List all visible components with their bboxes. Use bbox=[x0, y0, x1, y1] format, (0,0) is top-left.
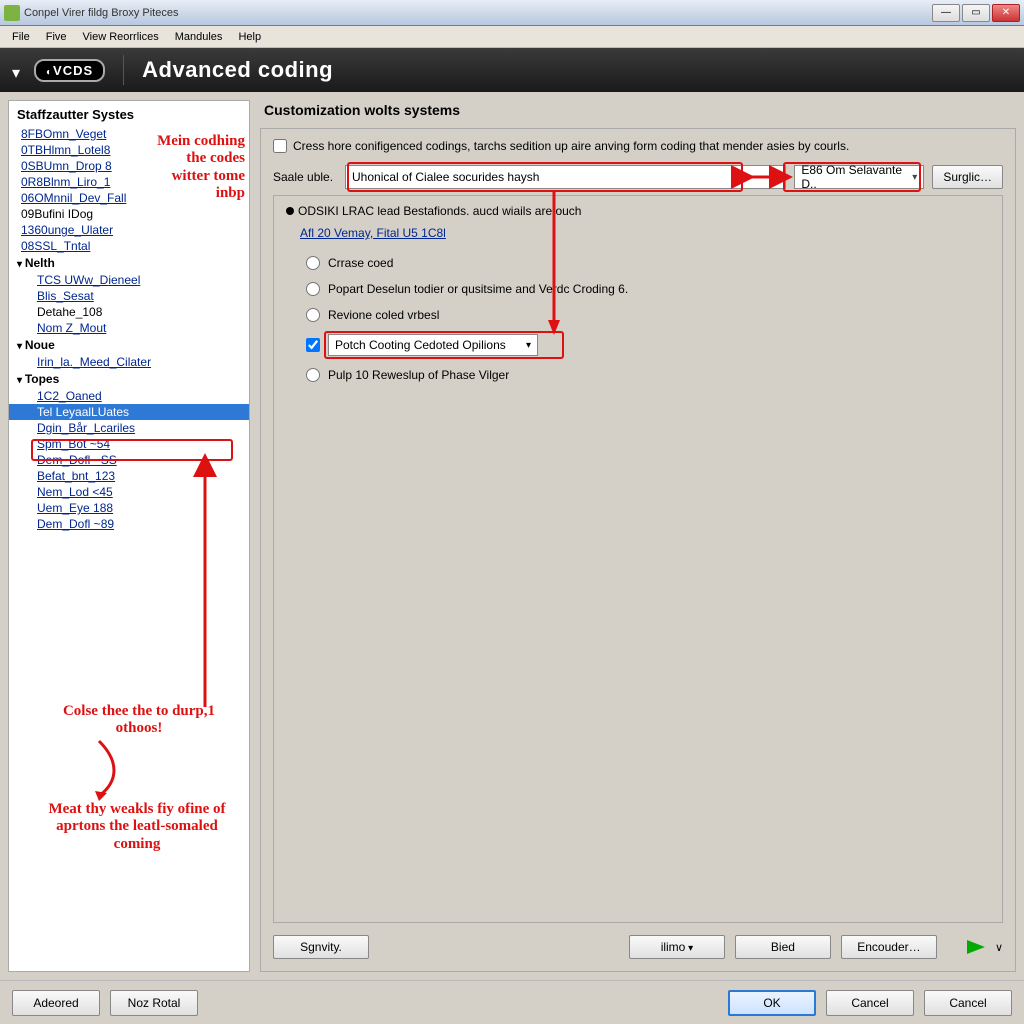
surg-button[interactable]: Surglic… bbox=[932, 165, 1003, 189]
tree-header-nelth[interactable]: Nelth bbox=[9, 254, 249, 272]
sidebar-item[interactable]: 0TBHlmn_Lotel8 bbox=[9, 142, 249, 158]
action-button-row: Sgnvity. ilimo Bied Encouder… ∨ bbox=[273, 923, 1003, 959]
tree-item[interactable]: Befat_bnt_123 bbox=[9, 468, 249, 484]
flag-icon[interactable] bbox=[967, 940, 985, 954]
main-panel: Customization wolts systems Cress hore c… bbox=[260, 100, 1016, 972]
secondary-select[interactable]: E86 Om Selavante D.. bbox=[794, 165, 924, 189]
sidebar-item[interactable]: 09Bufini IDog bbox=[9, 206, 249, 222]
header-banner: ▾ ◐VCDS Advanced coding bbox=[0, 48, 1024, 92]
sidebar-item[interactable]: 06OMnnil_Dev_Fall bbox=[9, 190, 249, 206]
tree-item[interactable]: TCS UWw_Dieneel bbox=[9, 272, 249, 288]
tree-item[interactable]: Spm_Bot ~54 bbox=[9, 436, 249, 452]
flag-chevron[interactable]: ∨ bbox=[995, 941, 1003, 954]
desc-checkbox[interactable] bbox=[273, 139, 287, 153]
potch-select[interactable]: Potch Cooting Cedoted Opilions bbox=[328, 334, 538, 356]
radio-label: Pulp 10 Reweslup of Phase Vilger bbox=[328, 368, 509, 382]
sidebar-item[interactable]: 1360unge_Ulater bbox=[9, 222, 249, 238]
noz-button[interactable]: Noz Rotal bbox=[110, 990, 198, 1016]
menu-help[interactable]: Help bbox=[230, 29, 269, 45]
annotation-arrow bbox=[89, 741, 129, 801]
radio-label: Popart Deselun todier or qusitsime and V… bbox=[328, 282, 628, 296]
radio-crrase[interactable] bbox=[306, 256, 320, 270]
tree-item[interactable]: Dem_Dofl ~SS bbox=[9, 452, 249, 468]
footer-bar: Adeored Noz Rotal OK Cancel Cancel bbox=[0, 980, 1024, 1024]
bied-button[interactable]: Bied bbox=[735, 935, 831, 959]
app-icon bbox=[4, 5, 20, 21]
menu-file[interactable]: File bbox=[4, 29, 38, 45]
select-label: Saale uble. bbox=[273, 170, 337, 184]
menubar: File Five View Reorrlices Mandules Help bbox=[0, 26, 1024, 48]
ok-button[interactable]: OK bbox=[728, 990, 816, 1016]
ilimo-button[interactable]: ilimo bbox=[629, 935, 725, 959]
annotation-text: Meat thy weakls fiy ofine of aprtons the… bbox=[37, 801, 237, 853]
radio-popart[interactable] bbox=[306, 282, 320, 296]
tree-item[interactable]: Nom Z_Mout bbox=[9, 320, 249, 336]
minimize-button[interactable]: — bbox=[932, 4, 960, 22]
close-button[interactable]: ✕ bbox=[992, 4, 1020, 22]
radio-label: Revione coled vrbesl bbox=[328, 308, 439, 322]
tree-header-noue[interactable]: Noue bbox=[9, 336, 249, 354]
main-select[interactable]: Uhonical of Cialee socurides haysh bbox=[345, 165, 786, 189]
tree-item[interactable]: Irin_la._Meed_Cilater bbox=[9, 354, 249, 370]
maximize-button[interactable]: ▭ bbox=[962, 4, 990, 22]
chevron-down-icon[interactable]: ▾ bbox=[12, 63, 26, 77]
tree-header-topes[interactable]: Topes bbox=[9, 370, 249, 388]
tree-item[interactable]: Detahe_108 bbox=[9, 304, 249, 320]
sidebar-item[interactable]: 0R8Blnm_Liro_1 bbox=[9, 174, 249, 190]
sidebar-title: Staffzautter Systes bbox=[9, 105, 249, 126]
menu-view[interactable]: View Reorrlices bbox=[75, 29, 167, 45]
sgnvity-button[interactable]: Sgnvity. bbox=[273, 935, 369, 959]
tree-item-selected[interactable]: Tel LeyaalLUates bbox=[9, 404, 249, 420]
sidebar: Staffzautter Systes 8FBOmn_Veget 0TBHlmn… bbox=[8, 100, 250, 972]
tree-item[interactable]: Uem_Eye 188 bbox=[9, 500, 249, 516]
radio-pulp[interactable] bbox=[306, 368, 320, 382]
cancel-button[interactable]: Cancel bbox=[826, 990, 914, 1016]
radio-label: Crrase coed bbox=[328, 256, 393, 270]
annotation-text: Colse thee the to durp,1 othoos! bbox=[49, 703, 229, 738]
logo-badge: ◐VCDS bbox=[34, 59, 105, 82]
cancel-button-2[interactable]: Cancel bbox=[924, 990, 1012, 1016]
panel-title: Customization wolts systems bbox=[260, 100, 1016, 128]
sidebar-item[interactable]: 0SBUmn_Drop 8 bbox=[9, 158, 249, 174]
adeored-button[interactable]: Adeored bbox=[12, 990, 100, 1016]
sidebar-item[interactable]: 08SSL_Tntal bbox=[9, 238, 249, 254]
menu-mandules[interactable]: Mandules bbox=[167, 29, 231, 45]
tree-item[interactable]: Dgin_Bår_Lcariles bbox=[9, 420, 249, 436]
window-title: Conpel Virer fildg Broxy Piteces bbox=[24, 7, 932, 19]
inner-link[interactable]: Afl 20 Vemay, Fital U5 1C8l bbox=[300, 226, 990, 240]
options-group: ODSIKI LRAC lead Bestafionds. aucd wiail… bbox=[273, 195, 1003, 923]
sidebar-item[interactable]: 8FBOmn_Veget bbox=[9, 126, 249, 142]
page-title: Advanced coding bbox=[142, 57, 333, 83]
inner-header: ODSIKI LRAC lead Bestafionds. aucd wiail… bbox=[286, 204, 990, 218]
tree-item[interactable]: Blis_Sesat bbox=[9, 288, 249, 304]
titlebar: Conpel Virer fildg Broxy Piteces — ▭ ✕ bbox=[0, 0, 1024, 26]
radio-potch[interactable] bbox=[306, 338, 320, 352]
tree-item[interactable]: Dem_Dofl ~89 bbox=[9, 516, 249, 532]
menu-five[interactable]: Five bbox=[38, 29, 75, 45]
desc-label: Cress hore conifigenced codings, tarchs … bbox=[293, 139, 849, 153]
tree-item[interactable]: Nem_Lod <45 bbox=[9, 484, 249, 500]
tree-item[interactable]: 1C2_Oaned bbox=[9, 388, 249, 404]
radio-revione[interactable] bbox=[306, 308, 320, 322]
encoder-button[interactable]: Encouder… bbox=[841, 935, 937, 959]
